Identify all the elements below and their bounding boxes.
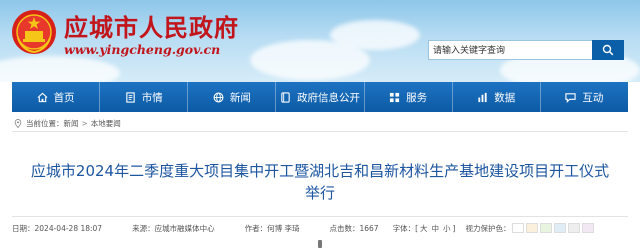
font-size-large[interactable]: 大 bbox=[420, 223, 428, 234]
breadcrumb-separator: > bbox=[81, 118, 88, 128]
divider bbox=[12, 131, 628, 132]
vision-color-swatch[interactable] bbox=[582, 223, 595, 233]
article-title: 应城市2024年二季度重大项目集中开工暨湖北吉和昌新材料生产基地建设项目开工仪式… bbox=[30, 162, 610, 202]
vision-color-swatch[interactable] bbox=[568, 223, 581, 233]
globe-icon bbox=[213, 92, 224, 102]
vision-color-swatch[interactable] bbox=[540, 223, 553, 233]
breadcrumb-prefix: 当前位置： bbox=[26, 118, 64, 128]
content-marker bbox=[318, 240, 322, 248]
nav-item-gov-info[interactable]: 政府信息公开 bbox=[276, 82, 365, 112]
nav-item-news[interactable]: 新闻 bbox=[188, 82, 277, 112]
nav-item-data[interactable]: 数据 bbox=[453, 82, 541, 112]
nav-item-service[interactable]: 服务 bbox=[365, 82, 453, 112]
main-nav: 首页 市情 新闻 政府信息公开 服务 数据 互动 bbox=[12, 82, 628, 112]
chart-icon bbox=[478, 92, 487, 102]
cloud-decoration bbox=[330, 20, 420, 50]
site-header: 应城市人民政府 www.yingcheng.gov.cn bbox=[0, 0, 640, 82]
meta-author: 作者：何博 李琦 bbox=[244, 223, 300, 233]
nav-item-home[interactable]: 首页 bbox=[12, 82, 101, 112]
meta-date: 日期：2024-04-28 18:07 bbox=[12, 223, 103, 233]
chat-icon bbox=[565, 92, 577, 103]
nav-item-interaction[interactable]: 互动 bbox=[541, 82, 628, 112]
search-button[interactable] bbox=[592, 40, 624, 60]
font-size-close: ] bbox=[452, 223, 456, 233]
nav-item-label: 市情 bbox=[141, 91, 163, 104]
font-size-label: 字体：[ bbox=[392, 223, 419, 233]
nav-item-label: 互动 bbox=[582, 91, 604, 104]
nav-item-city-info[interactable]: 市情 bbox=[100, 82, 189, 112]
site-title[interactable]: 应城市人民政府 bbox=[64, 14, 239, 42]
nav-item-label: 数据 bbox=[494, 91, 516, 104]
nav-item-label: 新闻 bbox=[229, 91, 251, 104]
grid-icon bbox=[390, 92, 400, 102]
book-icon bbox=[281, 91, 290, 103]
search-icon bbox=[602, 44, 614, 56]
nav-item-label: 首页 bbox=[53, 91, 75, 104]
breadcrumb: 当前位置： 新闻 > 本地要闻 bbox=[14, 117, 121, 129]
vision-color-swatch[interactable] bbox=[554, 223, 567, 233]
location-pin-icon bbox=[14, 118, 22, 128]
vision-color-swatch[interactable] bbox=[526, 223, 539, 233]
site-url[interactable]: www.yingcheng.gov.cn bbox=[64, 43, 220, 57]
meta-source: 来源：应城市融媒体中心 bbox=[132, 223, 215, 233]
nav-item-label: 政府信息公开 bbox=[296, 91, 360, 104]
article-meta: 日期：2024-04-28 18:07 来源：应城市融媒体中心 作者：何博 李琦… bbox=[12, 222, 628, 234]
search-input[interactable] bbox=[433, 43, 583, 58]
meta-views: 点击数：1667 bbox=[329, 223, 379, 233]
document-icon bbox=[125, 91, 135, 103]
font-size-medium[interactable]: 中 bbox=[432, 223, 440, 234]
nav-item-label: 服务 bbox=[406, 91, 428, 104]
home-icon bbox=[37, 92, 48, 102]
cloud-decoration bbox=[0, 56, 120, 82]
divider bbox=[12, 216, 628, 217]
breadcrumb-link-local-news[interactable]: 本地要闻 bbox=[91, 118, 121, 129]
search-box bbox=[428, 40, 624, 60]
breadcrumb-link-news[interactable]: 新闻 bbox=[64, 118, 79, 129]
national-emblem-icon bbox=[12, 10, 56, 54]
font-size-small[interactable]: 小 bbox=[443, 223, 451, 234]
vision-color-swatch[interactable] bbox=[512, 223, 525, 233]
vision-color-label: 视力保护色： bbox=[465, 223, 511, 233]
